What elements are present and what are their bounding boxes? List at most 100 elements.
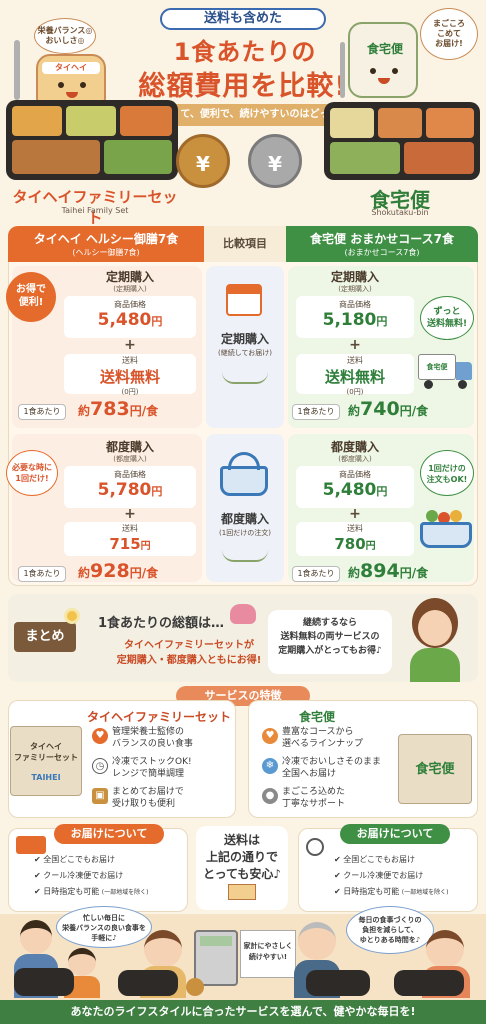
plus-icon: + — [349, 337, 361, 353]
bottom-meal-tray — [14, 968, 74, 996]
per-meal-tag: 1食あたり — [292, 404, 340, 420]
yen-coin-icon: ¥ — [248, 134, 302, 188]
regular-left-price: 5,480円 — [97, 310, 163, 330]
per-meal-tag: 1食あたり — [292, 566, 340, 582]
single-left-title: 都度購入 — [105, 440, 154, 454]
bottom-meal-tray — [118, 970, 178, 996]
house-icon — [228, 884, 256, 900]
price-label: 商品価格 — [339, 470, 371, 479]
food-cell — [378, 108, 422, 138]
plus-icon: + — [349, 506, 361, 522]
leaf-decoration-icon — [222, 372, 268, 384]
regular-right-shipping-sub: (0円) — [346, 388, 364, 396]
food-cell — [12, 140, 100, 174]
header-top-label: 送料も含めた — [160, 8, 326, 30]
features-left-item: 冷凍でストックOK! レンジで簡単調理 — [112, 757, 192, 779]
food-cell — [104, 140, 172, 174]
clock-icon — [306, 838, 324, 856]
bottom-meal-tray — [394, 970, 464, 996]
brand-left-en: Taihei Family Set — [61, 206, 129, 215]
table-header-left-sub: (ヘルシー御膳7食) — [72, 248, 140, 257]
regular-left-shipping-box: 送料 送料無料 (0円) — [64, 354, 196, 396]
features-right-item: 豊富なコースから 選べるラインナップ — [282, 727, 364, 749]
bottom-meal-tray — [306, 970, 370, 996]
per-meal-tag: 1食あたり — [18, 566, 66, 582]
regular-left-shipping-sub: (0円) — [121, 388, 139, 396]
calculator-icon — [194, 930, 238, 986]
delivery-left-item: ✔ 全国どこでもお届け — [34, 855, 116, 864]
shokutaku-box-icon: 食宅便 — [398, 734, 472, 804]
price-label: 商品価格 — [339, 300, 371, 309]
regular-left-title: 定期購入 — [105, 270, 154, 284]
single-right-price: 5,480円 — [322, 480, 388, 500]
regular-right-title: 定期購入 — [330, 270, 379, 284]
regular-right-shipping: 送料無料 — [324, 368, 385, 386]
single-left-title-sub: (都度購入) — [113, 455, 147, 463]
price-label: 商品価格 — [114, 470, 146, 479]
regular-right-shipping-box: 送料 送料無料 (0円) — [296, 354, 414, 396]
right-mascot-label: 食宅便 — [366, 42, 403, 56]
single-left-per-meal: 約928円/食 — [78, 560, 159, 582]
single-left-pricebox: 商品価格 5,780円 — [64, 466, 196, 508]
table-header-left: タイヘイ ヘルシー御膳7食 (ヘルシー御膳7食) — [8, 226, 204, 262]
brand-right-en: Shokutaku-bin — [371, 208, 429, 217]
features-right-item: まごころ込めた 丁寧なサポート — [282, 787, 346, 809]
features-left-item: 管理栄養士監修の バランスの良い食事 — [112, 727, 193, 749]
clock-icon: ◷ — [92, 758, 108, 774]
left-badge-one-time: 必要な時に 1回だけ! — [6, 450, 58, 496]
right-mascot-bubble: まごころ こめて お届け! — [420, 8, 478, 60]
summary-tag: まとめ — [14, 622, 76, 652]
heart-icon: ♥ — [92, 728, 108, 744]
snowflake-icon: ❄ — [262, 758, 278, 774]
shipping-label: 送料 — [347, 524, 363, 533]
shipping-label: 送料 — [122, 356, 138, 365]
food-cell — [12, 106, 62, 136]
summary-bubble: 継続するなら 送料無料の両サービスの 定期購入がとってもお得♪ — [268, 610, 392, 674]
features-right-title: 食宅便 — [298, 710, 335, 724]
single-right-title: 都度購入 — [330, 440, 379, 454]
package-icon: ▣ — [92, 788, 108, 804]
table-header-right: 食宅便 おまかせコース7食 (おまかせコース7食) — [286, 226, 478, 262]
single-left-price: 5,780円 — [97, 480, 163, 500]
bottom-banner: あなたのライフスタイルに合ったサービスを選んで、健やかな毎日を! — [0, 1000, 486, 1024]
left-badge-good-deal: お得で 便利! — [6, 272, 56, 322]
left-mascot-headband: タイヘイ — [42, 62, 100, 74]
spoon-icon — [14, 40, 20, 100]
taihei-box-brand: TAIHEI — [31, 773, 61, 782]
page-title-line2: 総額費用を比較! — [138, 71, 348, 102]
regular-right-title-sub: (定期購入) — [338, 285, 372, 293]
regular-mid-sub: (継続してお届け) — [217, 349, 273, 357]
food-cell — [426, 108, 474, 138]
table-header-mid: 比較項目 — [204, 226, 286, 262]
single-right-shipping: 780円 — [334, 535, 376, 553]
right-mascot-eye-icon — [370, 68, 376, 74]
table-header-right-title: 食宅便 おまかせコース7食 — [310, 232, 454, 246]
leaf-decoration-icon — [222, 550, 268, 562]
calendar-icon — [226, 284, 262, 316]
right-mascot: 食宅便 — [348, 22, 418, 98]
regular-left-pricebox: 商品価格 5,480円 — [64, 296, 196, 338]
delivery-left-item: ✔ クール冷凍便でお届け — [34, 871, 124, 880]
support-person-icon: ● — [262, 788, 278, 804]
single-mid-title: 都度購入 — [220, 512, 269, 526]
truck-label: 食宅便 — [418, 354, 456, 380]
single-mid-sub: (1回だけの注文) — [219, 529, 271, 537]
food-cell — [330, 142, 400, 174]
heart-icon: ♥ — [262, 728, 278, 744]
left-meal-tray — [6, 100, 178, 180]
delivery-right-item: ✔ クール冷凍便でお届け — [334, 871, 424, 880]
delivery-left-header: お届けについて — [54, 824, 164, 844]
flower-decoration-icon — [64, 608, 80, 624]
regular-right-pricebox: 商品価格 5,180円 — [296, 296, 414, 338]
left-mascot-eye-icon — [58, 82, 64, 88]
yen-coin-icon: ¥ — [176, 134, 230, 188]
fork-icon — [340, 42, 345, 98]
single-right-per-meal: 約894円/食 — [348, 560, 429, 582]
regular-left-per-meal: 約783円/食 — [78, 398, 159, 420]
coins-stack-icon — [186, 978, 204, 996]
single-left-shipping-box: 送料 715円 — [64, 522, 196, 556]
right-mascot-mouth-icon — [378, 78, 390, 84]
right-meal-tray — [324, 102, 480, 180]
shipping-label: 送料 — [347, 356, 363, 365]
features-right-item: 冷凍でおいしさそのまま 全国へお届け — [282, 757, 382, 779]
